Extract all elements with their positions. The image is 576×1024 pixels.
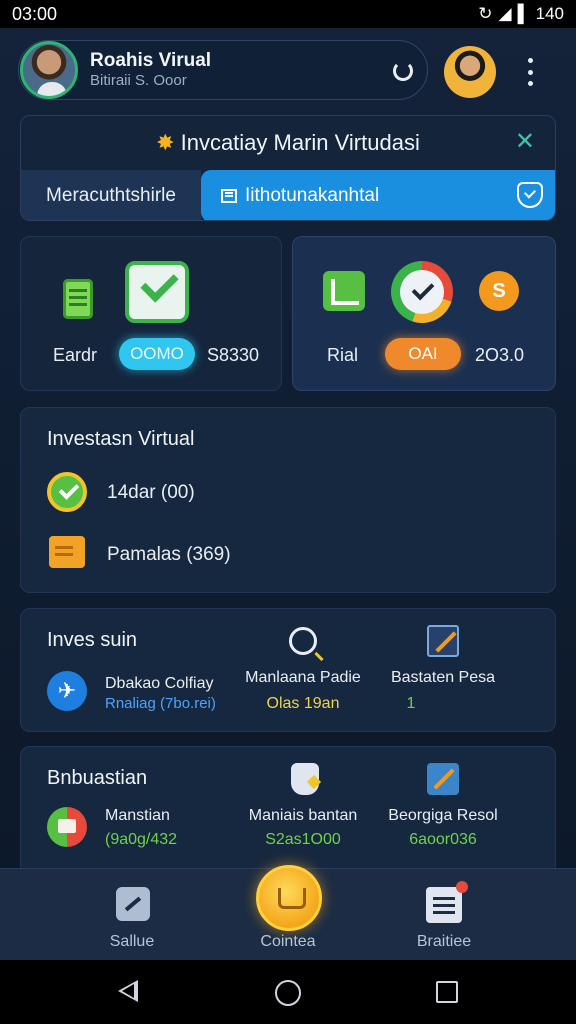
secondary-avatar[interactable]	[444, 46, 496, 98]
section2-left-sub: Rnaliag (7bo.rei)	[105, 695, 216, 712]
clock-check-icon	[391, 261, 453, 323]
panel-title-text: Invcatiay Marin Virtudasi	[180, 130, 420, 155]
shop-icon	[47, 807, 87, 847]
section3-mid-sub: S2as1O00	[265, 831, 341, 848]
status-icons: ↻ ◢ ▌ 140	[478, 4, 564, 24]
section-investasi-title: Investasn Virtual	[47, 428, 195, 450]
nav-label: Sallue	[109, 933, 155, 950]
sync-status-icon: ↻	[478, 4, 493, 23]
tools-icon	[427, 763, 459, 795]
profile-pill[interactable]: Roahis Virual Bitiraii S. Ooor	[18, 40, 428, 100]
section2-mid-sub: Olas 19an	[266, 695, 340, 712]
coin-icon: S	[479, 271, 519, 311]
nav-item-sallue[interactable]: Sallue	[72, 869, 192, 961]
status-time: 03:00	[12, 3, 58, 24]
tabs-row: Meracuthtshirle Iithotunakanhtal	[21, 170, 555, 220]
section2-right-title[interactable]: Bastaten Pesa	[379, 669, 507, 687]
stat-card-b[interactable]: S Rial OAI 2O3.0	[292, 236, 556, 391]
tab-left[interactable]: Meracuthtshirle	[21, 170, 201, 220]
close-icon[interactable]: ✕	[515, 130, 535, 154]
section-inves-suin-title: Inves suin	[47, 629, 138, 651]
panel-title: ✸ Invcatiay Marin Virtudasi	[156, 130, 420, 156]
section3-right-sub: 6aoor036	[409, 831, 477, 848]
briefcase-chart-icon	[116, 887, 150, 921]
battery-level: 140	[535, 4, 564, 23]
profile-subtitle: Bitiraii S. Ooor	[90, 72, 187, 90]
app-screen: Roahis Virual Bitiraii S. Ooor ✸ Invcati…	[0, 28, 576, 960]
tab-right-label: Iithotunakanhtal	[245, 185, 380, 206]
pen-edit-icon	[427, 625, 459, 657]
recent-apps-icon[interactable]	[436, 981, 458, 1003]
signal-icon: ◢	[498, 4, 512, 23]
section3-left-title[interactable]: Manstian	[105, 807, 170, 825]
nav-item-braitiee[interactable]: Braitiee	[384, 869, 504, 961]
hand-coin-icon	[291, 763, 319, 795]
section2-mid-title[interactable]: Manlaana Padie	[243, 669, 363, 687]
section3-mid-title[interactable]: Maniais bantan	[237, 807, 369, 825]
tab-right-active[interactable]: Iithotunakanhtal	[201, 170, 555, 220]
battery-icon: ▌	[517, 4, 530, 23]
system-nav-bar	[0, 960, 576, 1024]
profile-name: Roahis Virual	[90, 50, 212, 72]
note-icon	[63, 279, 93, 319]
checklist-icon	[125, 261, 189, 323]
section3-right-title[interactable]: Beorgiga Resol	[377, 807, 509, 825]
search-gear-icon	[289, 627, 317, 655]
list-item[interactable]: Pamalas (369)	[107, 544, 231, 566]
nav-label: Cointea	[260, 933, 316, 950]
user-avatar[interactable]	[20, 41, 78, 99]
sparkle-icon: ✸	[156, 130, 175, 155]
section3-left-sub: (9a0g/432	[105, 831, 178, 848]
stat-a-label: Eardr	[53, 345, 98, 365]
wallet-fab-button[interactable]	[256, 865, 322, 931]
stat-a-value: S8330	[207, 345, 260, 365]
more-menu-icon[interactable]	[524, 58, 536, 86]
stat-b-label: Rial	[327, 345, 359, 365]
home-icon[interactable]	[275, 980, 301, 1006]
refresh-icon[interactable]	[393, 61, 413, 81]
panel-title-row: ✸ Invcatiay Marin Virtudasi ✕	[21, 116, 555, 170]
section-investasi: Investasn Virtual 14dar (00) Pamalas (36…	[20, 407, 556, 593]
bottom-nav: Sallue Cointea Braitiee	[0, 865, 576, 961]
stat-a-pill[interactable]: OOMO	[119, 338, 195, 370]
profile-text: Roahis Virual Bitiraii S. Ooor	[90, 50, 211, 89]
section2-left-title[interactable]: Dbakao Colfiay	[105, 675, 214, 693]
status-bar: 03:00 ↻ ◢ ▌ 140	[0, 0, 576, 28]
stat-card-a[interactable]: Eardr OOMO S8330	[20, 236, 282, 391]
airplane-icon: ✈	[47, 671, 87, 711]
shield-check-icon[interactable]	[517, 182, 543, 208]
nav-label: Braitiee	[416, 933, 472, 950]
chart-icon	[323, 271, 365, 311]
list-item[interactable]: 14dar (00)	[107, 482, 195, 504]
back-icon[interactable]	[118, 980, 138, 1002]
section-bnbuastian: Bnbuastian Manstian (9a0g/432 Maniais ba…	[20, 746, 556, 876]
section-bnbuastian-title: Bnbuastian	[47, 767, 148, 789]
stat-b-pill[interactable]: OAI	[385, 338, 461, 370]
section2-right-sub: 1	[406, 695, 416, 712]
check-circle-icon	[47, 472, 87, 512]
invest-panel: ✸ Invcatiay Marin Virtudasi ✕ Meracuthts…	[20, 115, 556, 221]
list-icon	[221, 189, 237, 203]
folder-icon	[49, 536, 85, 568]
stat-b-value: 2O3.0	[475, 345, 525, 365]
newspaper-icon	[426, 881, 468, 923]
section-inves-suin: Inves suin ✈ Dbakao Colfiay Rnaliag (7bo…	[20, 608, 556, 732]
